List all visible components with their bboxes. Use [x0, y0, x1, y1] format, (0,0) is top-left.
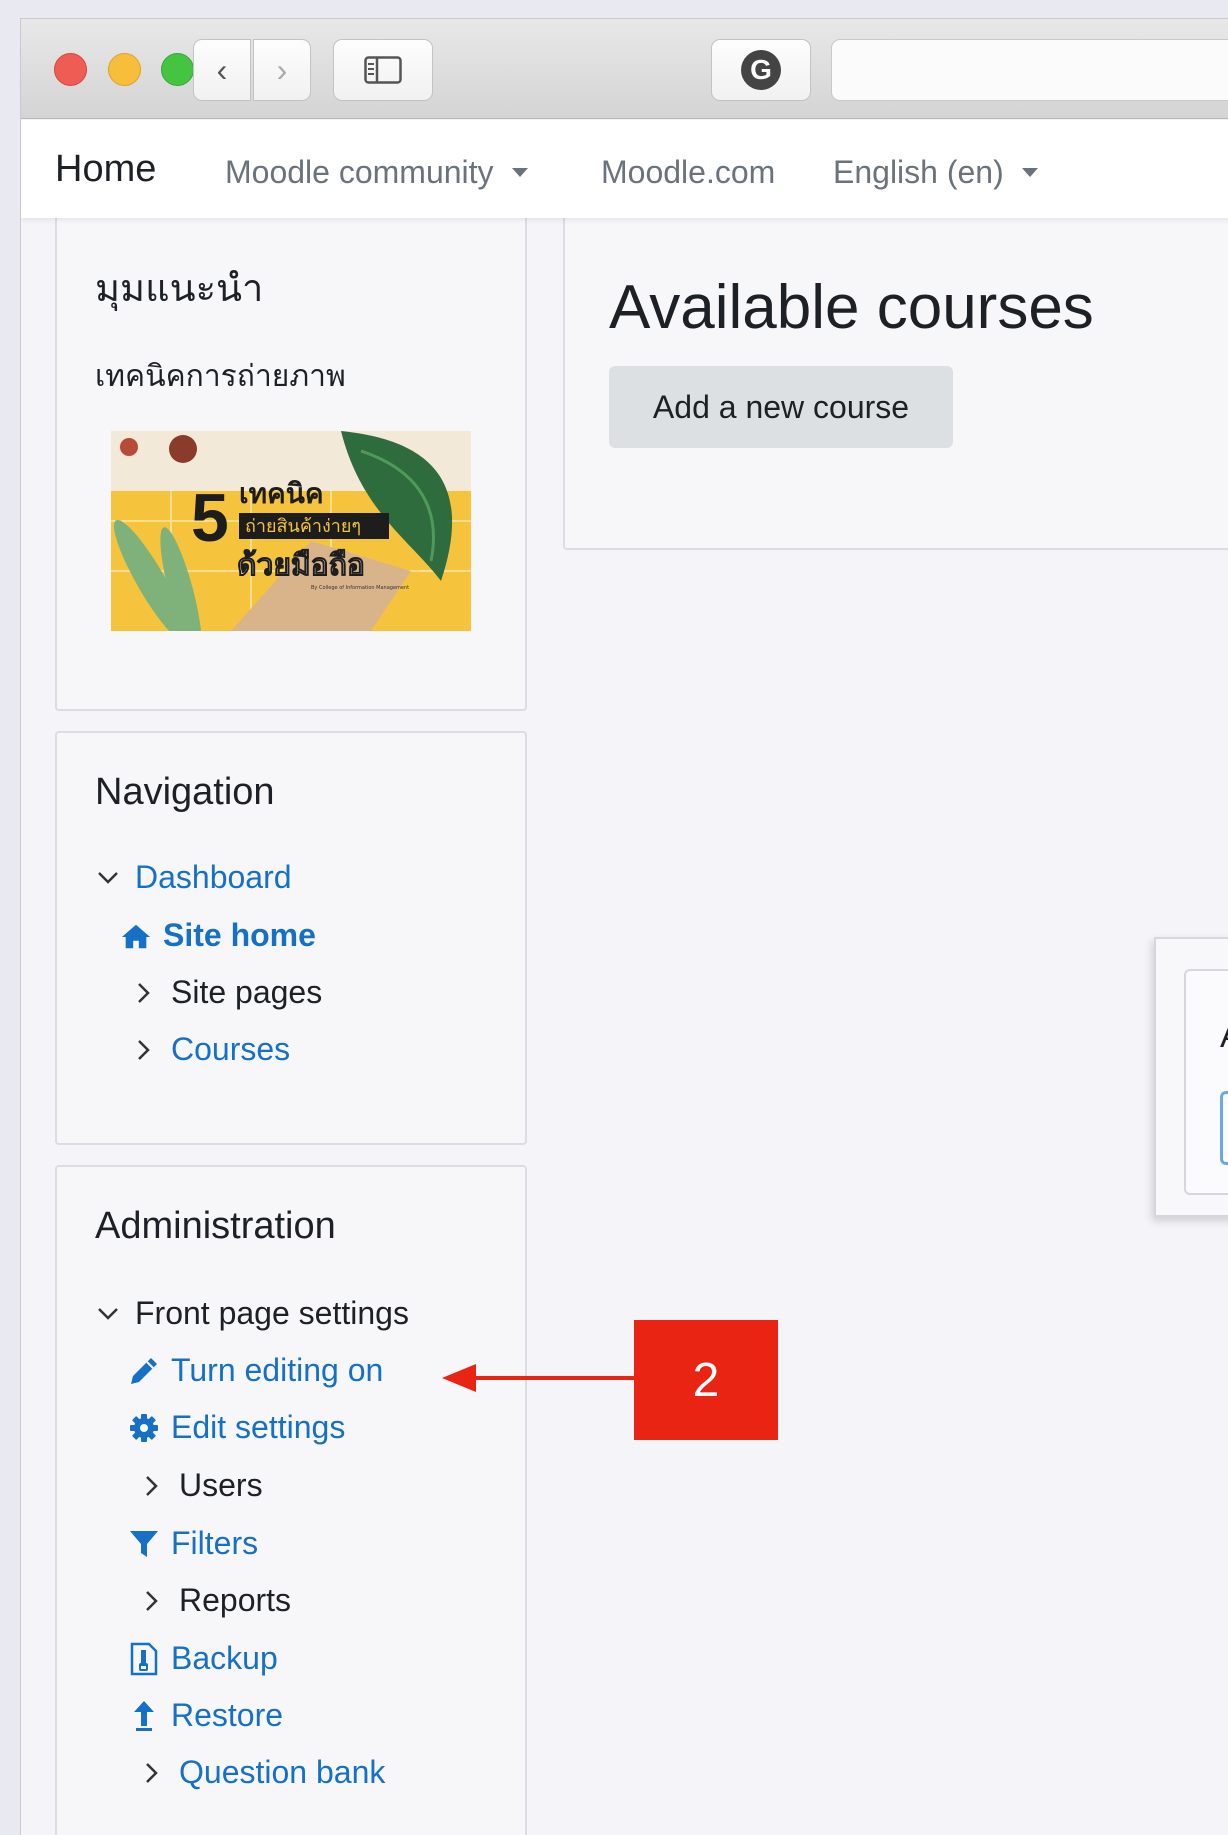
browser-titlebar: ‹ › G: [21, 19, 1228, 119]
side-popup-panel: A: [1154, 937, 1228, 1217]
promo-line3: ด้วยมือถือ: [237, 548, 365, 583]
admin-item-filters[interactable]: Filters: [129, 1525, 258, 1562]
popup-heading-fragment: A: [1220, 1017, 1228, 1056]
admin-item-label: Reports: [179, 1582, 292, 1618]
nav-moodle-com-link[interactable]: Moodle.com: [601, 154, 775, 191]
admin-item-edit-settings[interactable]: Edit settings: [129, 1409, 345, 1446]
annotation-arrow-head: [442, 1364, 476, 1392]
grammarly-icon: G: [741, 50, 781, 90]
nav-item-label: Moodle.com: [601, 154, 776, 190]
nav-item-label: English (en): [833, 154, 1004, 190]
popup-input-field[interactable]: [1220, 1091, 1228, 1165]
admin-item-label: Front page settings: [135, 1295, 409, 1331]
restore-upload-icon: [129, 1700, 159, 1732]
close-window-button[interactable]: [54, 53, 87, 86]
address-bar[interactable]: [831, 39, 1228, 101]
nav-home-link[interactable]: Home: [55, 148, 156, 191]
chevron-right-icon: [137, 1762, 167, 1784]
zoom-window-button[interactable]: [161, 53, 194, 86]
navigation-block: Navigation Dashboard Site home Site page…: [55, 731, 527, 1145]
filter-icon: [129, 1529, 159, 1559]
page-title: Available courses: [609, 273, 1094, 342]
admin-item-label: Restore: [171, 1697, 284, 1733]
promo-graphic: 5 เทคนิค ถ่ายสินค้าง่ายๆ ด้วยมือถือ By C…: [111, 431, 471, 631]
nav-item-site-pages[interactable]: Site pages: [129, 974, 322, 1011]
chevron-right-icon: [129, 1039, 159, 1061]
administration-block: Administration Front page settings Turn …: [55, 1165, 527, 1835]
promo-line2: ถ่ายสินค้าง่ายๆ: [245, 516, 361, 537]
admin-item-reports[interactable]: Reports: [137, 1582, 291, 1619]
forward-button[interactable]: ›: [253, 39, 311, 101]
tip-block: มุมแนะนำ เทคนิคการถ่ายภาพ 5 เทคนิค ถ่ายส…: [55, 179, 527, 711]
sidebar-toggle-button[interactable]: [333, 39, 433, 101]
chevron-right-icon: [137, 1590, 167, 1612]
backup-file-icon: [129, 1642, 159, 1676]
chevron-right-icon: [137, 1475, 167, 1497]
nav-item-courses[interactable]: Courses: [129, 1031, 290, 1068]
admin-item-users[interactable]: Users: [137, 1467, 263, 1504]
popup-inner-card: A: [1184, 969, 1228, 1195]
admin-item-label: Users: [179, 1467, 263, 1503]
nav-item-site-home[interactable]: Site home: [121, 917, 316, 954]
back-icon: ‹: [216, 51, 228, 88]
annotation-number: 2: [692, 1353, 720, 1407]
navigation-block-title: Navigation: [95, 771, 275, 813]
nav-item-label: Site home: [163, 917, 316, 953]
minimize-window-button[interactable]: [108, 53, 141, 86]
nav-item-dashboard[interactable]: Dashboard: [93, 859, 292, 896]
caret-down-icon: [511, 168, 528, 177]
chevron-down-icon: [93, 871, 123, 885]
nav-item-label: Moodle community: [225, 154, 494, 190]
browser-window: ‹ › G Home Moodle community Moodle.com E…: [20, 18, 1228, 1835]
admin-item-label: Edit settings: [171, 1409, 346, 1445]
forward-icon: ›: [276, 51, 288, 88]
promo-line1: เทคนิค: [239, 477, 324, 510]
nav-item-label: Courses: [171, 1031, 291, 1067]
back-button[interactable]: ‹: [193, 39, 251, 101]
admin-item-label: Filters: [171, 1525, 259, 1561]
pencil-icon: [129, 1356, 159, 1386]
promo-number: 5: [191, 480, 229, 556]
caret-down-icon: [1021, 168, 1038, 177]
admin-item-backup[interactable]: Backup: [129, 1640, 278, 1677]
promo-credit: By College of Information Management: [311, 585, 409, 591]
administration-block-title: Administration: [95, 1205, 336, 1247]
nav-moodle-community-dropdown[interactable]: Moodle community: [225, 154, 528, 191]
annotation-callout: 2: [634, 1320, 778, 1440]
admin-item-label: Backup: [171, 1640, 278, 1676]
admin-item-turn-editing-on[interactable]: Turn editing on: [129, 1352, 383, 1389]
site-top-navbar: Home Moodle community Moodle.com English…: [21, 120, 1228, 218]
tip-block-title: มุมแนะนำ: [95, 268, 264, 310]
gear-icon: [129, 1413, 159, 1443]
admin-item-question-bank[interactable]: Question bank: [137, 1754, 385, 1791]
home-icon: [121, 922, 151, 950]
admin-item-restore[interactable]: Restore: [129, 1697, 283, 1734]
admin-item-label: Turn editing on: [171, 1352, 384, 1388]
chevron-right-icon: [129, 982, 159, 1004]
admin-item-front-page-settings[interactable]: Front page settings: [93, 1295, 409, 1332]
nav-item-label: Dashboard: [135, 859, 292, 895]
promo-image[interactable]: 5 เทคนิค ถ่ายสินค้าง่ายๆ ด้วยมือถือ By C…: [111, 431, 471, 631]
nav-item-label: Site pages: [171, 974, 323, 1010]
chevron-down-icon: [93, 1307, 123, 1321]
annotation-arrow-line: [466, 1376, 634, 1380]
sidebar-icon: [364, 56, 402, 84]
add-new-course-button[interactable]: Add a new course: [609, 366, 953, 448]
tip-block-subtitle: เทคนิคการถ่ายภาพ: [95, 360, 346, 393]
nav-language-dropdown[interactable]: English (en): [833, 154, 1038, 191]
admin-item-label: Question bank: [179, 1754, 386, 1790]
grammarly-extension-button[interactable]: G: [711, 39, 811, 101]
available-courses-card: Available courses Add a new course: [563, 218, 1228, 550]
